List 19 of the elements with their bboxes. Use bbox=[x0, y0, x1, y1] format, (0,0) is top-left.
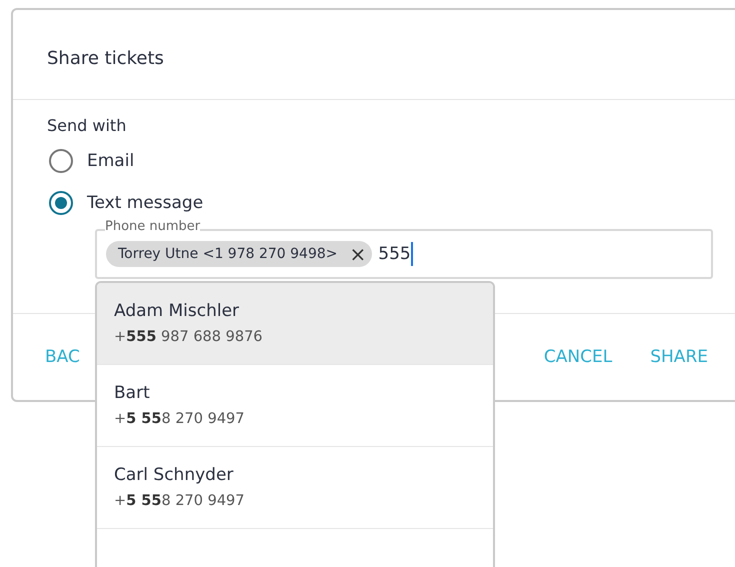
phone-number-field[interactable]: Torrey Utne <1 978 270 9498> × 555 bbox=[95, 229, 713, 279]
radio-label: Email bbox=[87, 151, 134, 171]
contact-name: Carl Schnyder bbox=[114, 465, 234, 485]
contact-name: Bart bbox=[114, 383, 151, 403]
contact-phone: +5 558 270 9497 bbox=[114, 493, 246, 509]
suggestion-item[interactable]: Adam Mischler +555 987 688 9876 bbox=[97, 283, 493, 365]
chip-label: Torrey Utne <1 978 270 9498> bbox=[118, 246, 338, 262]
contact-phone: +555 987 688 9876 bbox=[114, 329, 264, 345]
radio-option[interactable]: Email bbox=[47, 149, 134, 173]
contact-name: Adam Mischler bbox=[114, 301, 240, 321]
send-with-label: Send with bbox=[47, 116, 126, 135]
dialog-title: Share tickets bbox=[46, 47, 165, 71]
chip-remove-button[interactable]: × bbox=[350, 245, 366, 263]
typed-text: 555 bbox=[378, 244, 411, 264]
text-caret bbox=[410, 242, 413, 266]
field-label: Phone number bbox=[105, 220, 200, 234]
radio-option[interactable]: Text message bbox=[47, 191, 204, 215]
radio-label: Text message bbox=[87, 193, 204, 213]
contact-phone: +5 558 270 9497 bbox=[114, 411, 246, 427]
